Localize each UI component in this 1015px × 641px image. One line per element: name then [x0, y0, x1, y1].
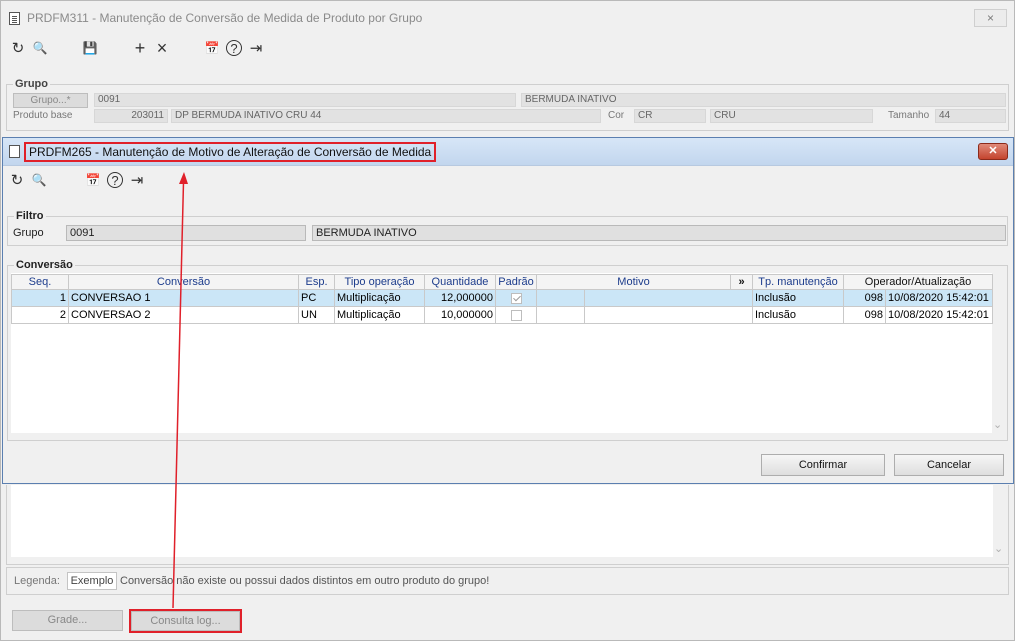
annotation-arrow — [172, 172, 188, 609]
